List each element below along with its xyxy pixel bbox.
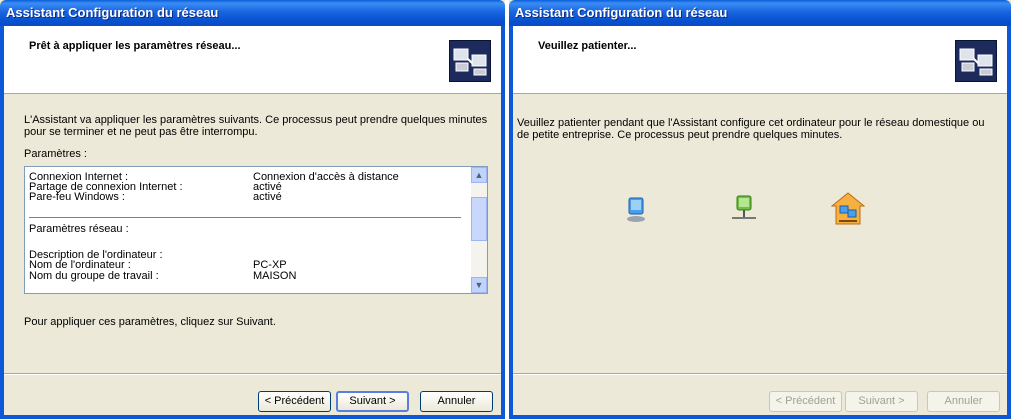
title-bar[interactable]: Assistant Configuration du réseau: [509, 0, 1011, 26]
button-separator: [513, 373, 1007, 375]
network-wizard-icon: [955, 40, 997, 82]
header-title: Veuillez patienter...: [538, 40, 637, 52]
network-computer-icon: [731, 194, 757, 222]
setting-label: Nom du groupe de travail :: [29, 270, 159, 282]
cancel-button[interactable]: Annuler: [420, 391, 493, 412]
vertical-scrollbar[interactable]: ▲ ▼: [471, 167, 487, 293]
setting-label: Pare-feu Windows :: [29, 191, 125, 203]
button-separator: [4, 373, 501, 375]
scroll-down-icon[interactable]: ▼: [471, 277, 487, 293]
wizard-content: Veuillez patienter pendant que l'Assista…: [513, 94, 1007, 375]
scroll-thumb[interactable]: [471, 197, 487, 241]
wait-text: Veuillez patienter pendant que l'Assista…: [517, 117, 985, 141]
network-settings-label: Paramètres réseau :: [29, 223, 129, 235]
wizard-window-ready: Assistant Configuration du réseau Prêt à…: [0, 0, 505, 419]
wizard-content: L'Assistant va appliquer les paramètres …: [4, 94, 501, 375]
footer-instruction: Pour appliquer ces paramètres, cliquez s…: [24, 316, 276, 328]
settings-list[interactable]: Connexion Internet : Connexion d'accès à…: [24, 166, 488, 294]
back-button[interactable]: < Précédent: [258, 391, 331, 412]
divider: [29, 217, 461, 219]
window-frame-right: [501, 26, 505, 419]
window-frame-bottom: [0, 415, 505, 419]
cancel-button[interactable]: Annuler: [927, 391, 1000, 412]
next-button[interactable]: Suivant >: [336, 391, 409, 412]
window-frame-bottom: [509, 415, 1011, 419]
wizard-window-wait: Assistant Configuration du réseau Veuill…: [509, 0, 1011, 419]
setting-value: MAISON: [253, 270, 297, 282]
wizard-header: Veuillez patienter...: [513, 26, 1007, 94]
back-button[interactable]: < Précédent: [769, 391, 842, 412]
params-label: Paramètres :: [24, 148, 87, 160]
wizard-header: Prêt à appliquer les paramètres réseau..…: [4, 26, 501, 94]
window-frame-right: [1007, 26, 1011, 419]
scroll-up-icon[interactable]: ▲: [471, 167, 487, 183]
title-bar[interactable]: Assistant Configuration du réseau: [0, 0, 505, 26]
intro-text: L'Assistant va appliquer les paramètres …: [24, 114, 488, 138]
setting-value: activé: [253, 191, 282, 203]
computer-icon: [623, 196, 649, 224]
network-wizard-icon: [449, 40, 491, 82]
next-button[interactable]: Suivant >: [845, 391, 918, 412]
header-title: Prêt à appliquer les paramètres réseau..…: [29, 40, 241, 52]
home-network-icon: [830, 192, 866, 226]
